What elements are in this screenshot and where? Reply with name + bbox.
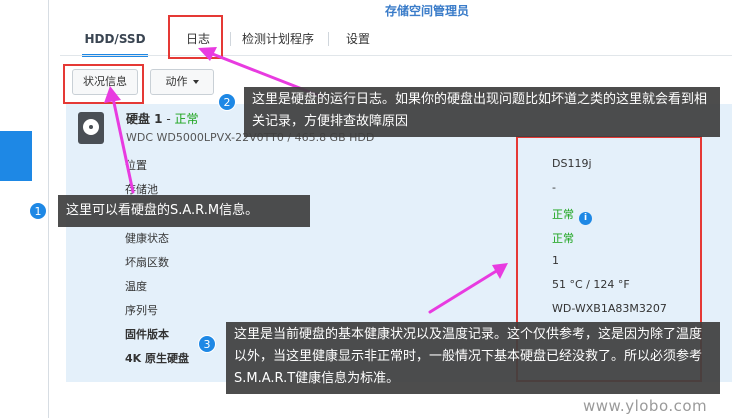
highlight-log-tab [168,15,223,59]
disk-title-dash: - [162,112,175,126]
row-label-health: 健康状态 [125,232,169,245]
callout-1-badge: 1 [29,202,47,220]
chevron-down-icon [192,80,199,84]
highlight-status-info [63,64,144,104]
callout-3-badge: 3 [198,335,216,353]
window-title: 存储空间管理员 [384,4,469,18]
window-border [48,0,49,418]
callout-1: 这里可以看硬盘的S.A.R.M信息。 [58,195,310,227]
callout-2-badge: 2 [218,93,236,111]
disk-name: 硬盘 1 [126,112,163,126]
taskbar-window-button[interactable] [0,131,32,181]
row-label-temperature: 温度 [125,280,147,293]
row-label-bad-sectors: 坏扇区数 [125,256,169,269]
callout-1-text: 这里可以看硬盘的S.A.R.M信息。 [66,203,259,218]
tab-separator [230,32,231,46]
callout-2: 这里是硬盘的运行日志。如果你的硬盘出现问题比如坏道之类的这里就会看到相关记录，方… [244,87,720,137]
row-label-4k-native: 4K 原生硬盘 [125,352,190,365]
disk-title: 硬盘 1 - 正常 [126,110,199,127]
row-label-serial: 序列号 [125,304,158,317]
hard-disk-icon [78,112,104,144]
disk-status: 正常 [174,112,199,126]
callout-3: 这里是当前硬盘的基本健康状况以及温度记录。这个仅供参考，这是因为除了温度以外，当… [226,322,720,394]
action-label: 动作 [165,75,188,88]
tab-hdd-ssd[interactable]: HDD/SSD [82,24,148,57]
tab-test-scheduler[interactable]: 检测计划程序 [238,24,318,54]
callout-3-text: 这里是当前硬盘的基本健康状况以及温度记录。这个仅供参考，这是因为除了温度以外，当… [234,327,703,386]
tab-separator [328,32,329,46]
watermark: www.ylobo.com [583,397,708,415]
tabs-divider [60,55,732,56]
callout-2-text: 这里是硬盘的运行日志。如果你的硬盘出现问题比如坏道之类的这里就会看到相关记录，方… [252,92,708,129]
tab-settings[interactable]: 设置 [336,24,380,54]
action-dropdown-button[interactable]: 动作 [150,69,214,95]
row-label-location: 位置 [125,159,147,172]
screenshot: 存储空间管理员 HDD/SSD 日志 检测计划程序 设置 状况信息 动作 硬盘 … [0,0,732,418]
row-label-firmware: 固件版本 [125,328,169,341]
